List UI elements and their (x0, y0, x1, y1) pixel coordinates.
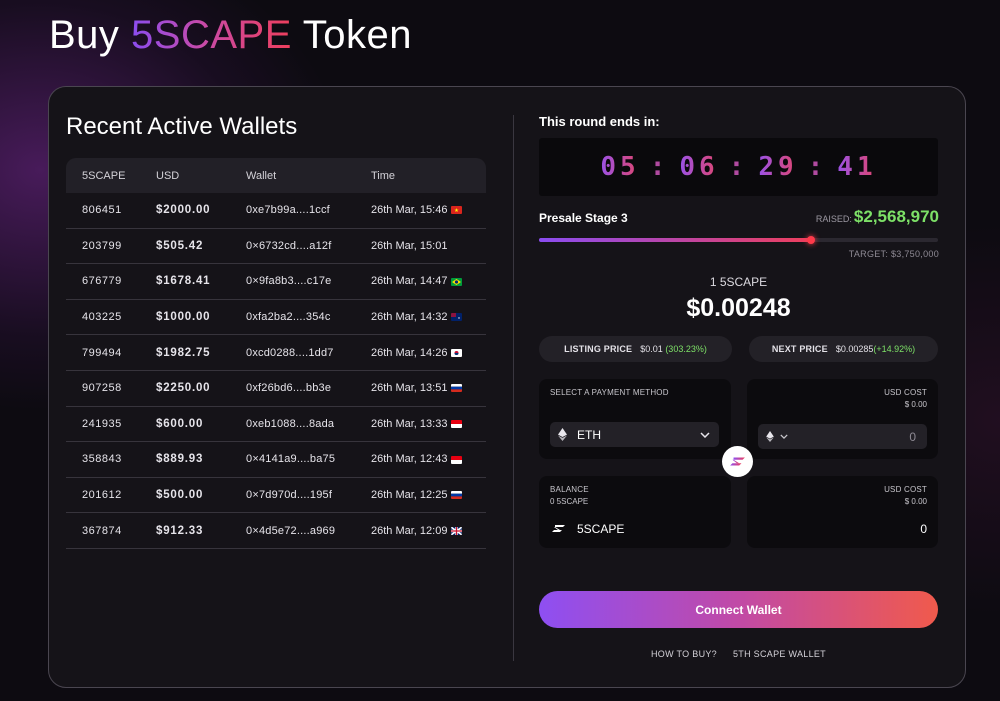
countdown-days: 05 (600, 152, 640, 182)
listing-price-change: (303.23%) (665, 344, 707, 354)
title-suffix: Token (291, 13, 413, 57)
countdown-separator: : (728, 152, 749, 182)
eth-icon (558, 428, 567, 441)
swap-button[interactable] (722, 446, 753, 477)
next-price-value: $0.00285 (835, 344, 874, 354)
footer-links: HOW TO BUY? 5TH SCAPE WALLET (539, 649, 938, 659)
target-amount: TARGET: $3,750,000 (848, 249, 939, 259)
countdown-minutes: 29 (758, 152, 798, 182)
countdown-separator: : (807, 152, 828, 182)
receive-usd-value: $ 0.00 (904, 497, 927, 506)
chevron-down-icon (700, 431, 710, 438)
presale-progress-bar (539, 236, 938, 244)
eth-icon (766, 431, 774, 442)
receive-token: 5SCAPE (577, 522, 625, 536)
chevron-down-icon[interactable] (780, 434, 788, 439)
countdown-hours: 06 (679, 152, 719, 182)
countdown-timer: 05 : 06 : 29 : 41 (539, 138, 938, 196)
presale-stage: Presale Stage 3 (539, 211, 628, 225)
balance-value: 0 5SCAPE (550, 497, 589, 506)
countdown-separator: : (649, 152, 670, 182)
raised-amount: $2,568,970 (853, 207, 939, 226)
payment-currency: ETH (577, 427, 601, 442)
receive-amount-card: USD COST $ 0.00 0 (747, 476, 938, 548)
usd-cost-value: $ 0.00 (904, 400, 927, 409)
raised-label: RAISED: (815, 214, 852, 224)
usd-cost-label: USD COST (884, 388, 927, 397)
next-price-pill: NEXT PRICE $0.00285(+14.92%) (749, 336, 938, 362)
price-unit-label: 1 5SCAPE (709, 275, 768, 289)
receive-amount-input[interactable]: 0 (920, 522, 927, 536)
progress-fill (539, 236, 816, 244)
title-prefix: Buy (49, 13, 132, 57)
countdown-seconds: 41 (837, 152, 877, 182)
payment-method-label: SELECT A PAYMENT METHOD (550, 388, 669, 397)
listing-price-label: LISTING PRICE (564, 344, 633, 354)
balance-card: BALANCE 0 5SCAPE 5SCAPE (539, 476, 731, 548)
connect-wallet-button[interactable]: Connect Wallet (539, 591, 938, 628)
wallet-link[interactable]: 5TH SCAPE WALLET (733, 649, 826, 659)
payment-method-select[interactable]: ETH (550, 422, 719, 447)
current-price: $0.00248 (686, 294, 791, 322)
receive-usd-label: USD COST (884, 485, 927, 494)
balance-label: BALANCE (550, 485, 589, 494)
raised-info: RAISED: $2,568,970 (816, 207, 939, 227)
next-price-label: NEXT PRICE (771, 344, 828, 354)
next-price-change: (+14.92%) (873, 344, 916, 354)
round-ends-label: This round ends in: (539, 114, 660, 129)
5scape-logo-icon (729, 456, 746, 467)
pay-amount-card: USD COST $ 0.00 0 (747, 379, 938, 459)
how-to-buy-link[interactable]: HOW TO BUY? (651, 649, 717, 659)
5scape-logo-icon (551, 524, 566, 533)
pay-amount-input[interactable]: 0 (758, 424, 927, 449)
title-brand: 5SCAPE (131, 13, 292, 57)
payment-method-card: SELECT A PAYMENT METHOD ETH (539, 379, 731, 459)
listing-price-value: $0.01 (640, 344, 663, 354)
page-title: Buy 5SCAPE Token (49, 12, 412, 58)
presale-widget: This round ends in: 05 : 06 : 29 : 41 Pr… (48, 86, 966, 688)
pay-amount-value: 0 (909, 429, 916, 444)
listing-price-pill: LISTING PRICE $0.01 (303.23%) (539, 336, 732, 362)
